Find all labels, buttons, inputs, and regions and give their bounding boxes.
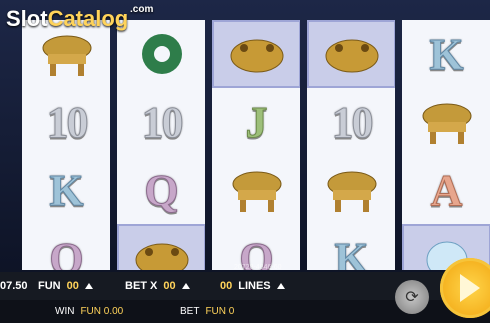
reel-2: 10 Q xyxy=(117,20,205,270)
round-id: 20728-4846-60 xyxy=(234,264,282,271)
game-stage: SlotCatalog .com 10 K Q 10 Q J Q 10 K K A 20728-484… xyxy=(0,0,490,323)
jade-icon xyxy=(117,20,205,88)
lines-control[interactable]: 00 LINES xyxy=(220,280,285,292)
bet-control[interactable]: BET X 00 xyxy=(125,280,190,292)
cauldron-icon xyxy=(212,156,300,224)
reel-4: 10 K xyxy=(307,20,395,270)
reel-5: KA xyxy=(402,20,490,270)
toad-icon xyxy=(212,20,300,88)
symbol-q: Q xyxy=(49,233,84,270)
symbol-k: K xyxy=(334,233,369,270)
slotcatalog-logo: SlotCatalog .com xyxy=(6,4,154,31)
toad-icon xyxy=(117,224,205,270)
symbol-10: 10 xyxy=(331,97,374,147)
symbol-a: A xyxy=(430,165,463,215)
fun-control[interactable]: FUN 00 xyxy=(38,280,93,292)
symbol-k: K xyxy=(49,165,84,215)
symbol-q: Q xyxy=(144,165,179,215)
lines-up-icon[interactable] xyxy=(276,283,285,289)
symbol-10: 10 xyxy=(141,97,184,147)
cauldron-icon xyxy=(307,156,395,224)
reel-3: JQ xyxy=(212,20,300,270)
cauldron-icon xyxy=(402,88,490,156)
toad-icon xyxy=(307,20,395,88)
reels: 10 K Q 10 Q J Q 10 K K A xyxy=(0,20,490,270)
bet-display: BET FUN 0 xyxy=(180,306,235,317)
reel-1: 10 K Q xyxy=(22,20,110,270)
fun-up-icon[interactable] xyxy=(84,283,93,289)
symbol-k: K xyxy=(429,29,464,79)
symbol-10: 10 xyxy=(46,97,89,147)
bet-up-icon[interactable] xyxy=(181,283,190,289)
autoplay-button[interactable]: ⟳ xyxy=(395,280,429,314)
win-display: WIN FUN 0.00 xyxy=(55,306,124,317)
symbol-j: J xyxy=(245,97,268,147)
balance: 07.50 xyxy=(0,280,28,292)
